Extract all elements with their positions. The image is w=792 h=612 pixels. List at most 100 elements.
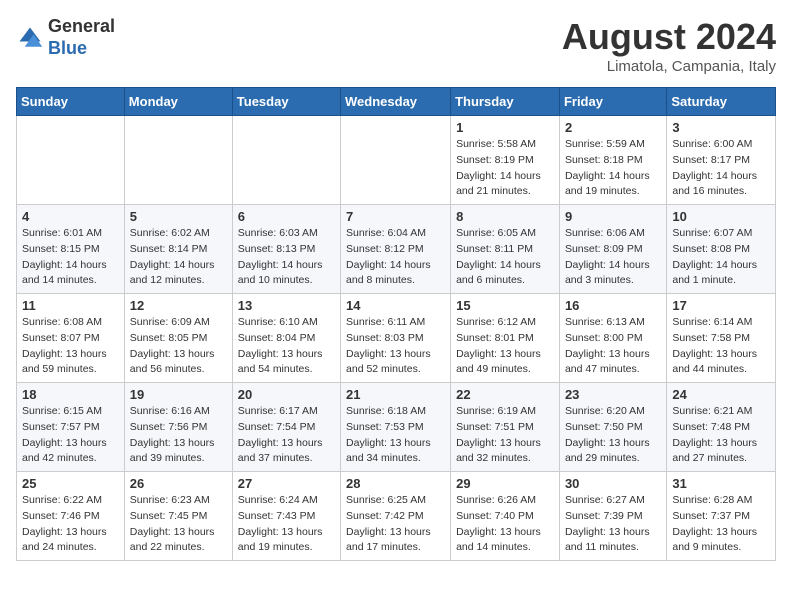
calendar-cell: 5Sunrise: 6:02 AM Sunset: 8:14 PM Daylig… [124, 205, 232, 294]
calendar-cell: 3 Sunrise: 6:00 AM Sunset: 8:17 PM Daylig… [667, 116, 776, 205]
day-number: 24 [672, 387, 770, 402]
day-number: 10 [672, 209, 770, 224]
day-info: Sunrise: 6:13 AM Sunset: 8:00 PM Dayligh… [565, 315, 661, 378]
day-info: Sunrise: 6:28 AM Sunset: 7:37 PM Dayligh… [672, 493, 770, 556]
calendar-cell: 29 Sunrise: 6:26 AM Sunset: 7:40 PM Dayli… [451, 472, 560, 561]
day-info: Sunrise: 6:20 AM Sunset: 7:50 PM Dayligh… [565, 404, 661, 467]
calendar-table: SundayMondayTuesdayWednesdayThursdayFrid… [16, 87, 776, 561]
day-number: 12 [130, 298, 227, 313]
day-info: Sunrise: 6:17 AM Sunset: 7:54 PM Dayligh… [238, 404, 335, 467]
location-text: Limatola, Campania, Italy [562, 58, 776, 75]
calendar-cell: 17 Sunrise: 6:14 AM Sunset: 7:58 PM Dayli… [667, 294, 776, 383]
calendar-cell: 30 Sunrise: 6:27 AM Sunset: 7:39 PM Dayli… [559, 472, 666, 561]
calendar-cell: 24 Sunrise: 6:21 AM Sunset: 7:48 PM Dayli… [667, 383, 776, 472]
calendar-cell: 26 Sunrise: 6:23 AM Sunset: 7:45 PM Dayli… [124, 472, 232, 561]
logo-icon [16, 24, 44, 52]
day-info: Sunrise: 6:15 AM Sunset: 7:57 PM Dayligh… [22, 404, 119, 467]
day-info: Sunrise: 6:25 AM Sunset: 7:42 PM Dayligh… [346, 493, 445, 556]
day-number: 19 [130, 387, 227, 402]
header-day-thursday: Thursday [451, 88, 560, 116]
day-number: 13 [238, 298, 335, 313]
calendar-header: SundayMondayTuesdayWednesdayThursdayFrid… [17, 88, 776, 116]
calendar-cell [232, 116, 340, 205]
calendar-cell: 9 Sunrise: 6:06 AM Sunset: 8:09 PM Daylig… [559, 205, 666, 294]
calendar-cell: 22 Sunrise: 6:19 AM Sunset: 7:51 PM Dayli… [451, 383, 560, 472]
calendar-cell: 2 Sunrise: 5:59 AM Sunset: 8:18 PM Daylig… [559, 116, 666, 205]
week-row-3: 11 Sunrise: 6:08 AM Sunset: 8:07 PM Dayli… [17, 294, 776, 383]
day-info: Sunrise: 5:59 AM Sunset: 8:18 PM Dayligh… [565, 137, 661, 200]
day-number: 26 [130, 476, 227, 491]
day-number: 29 [456, 476, 554, 491]
header-day-tuesday: Tuesday [232, 88, 340, 116]
calendar-cell: 27 Sunrise: 6:24 AM Sunset: 7:43 PM Dayli… [232, 472, 340, 561]
day-info: Sunrise: 6:06 AM Sunset: 8:09 PM Dayligh… [565, 226, 661, 289]
day-number: 11 [22, 298, 119, 313]
logo-blue-text: Blue [48, 38, 87, 58]
day-number: 16 [565, 298, 661, 313]
header-day-monday: Monday [124, 88, 232, 116]
calendar-cell: 15Sunrise: 6:12 AM Sunset: 8:01 PM Dayli… [451, 294, 560, 383]
day-number: 2 [565, 120, 661, 135]
week-row-1: 1Sunrise: 5:58 AM Sunset: 8:19 PM Daylig… [17, 116, 776, 205]
week-row-2: 4Sunrise: 6:01 AM Sunset: 8:15 PM Daylig… [17, 205, 776, 294]
calendar-cell: 6 Sunrise: 6:03 AM Sunset: 8:13 PM Daylig… [232, 205, 340, 294]
week-row-5: 25 Sunrise: 6:22 AM Sunset: 7:46 PM Dayli… [17, 472, 776, 561]
calendar-cell: 23 Sunrise: 6:20 AM Sunset: 7:50 PM Dayli… [559, 383, 666, 472]
calendar-cell: 13Sunrise: 6:10 AM Sunset: 8:04 PM Dayli… [232, 294, 340, 383]
calendar-cell [124, 116, 232, 205]
page-header: General Blue August 2024 Limatola, Campa… [16, 16, 776, 75]
day-number: 7 [346, 209, 445, 224]
day-number: 25 [22, 476, 119, 491]
day-number: 3 [672, 120, 770, 135]
logo: General Blue [16, 16, 115, 59]
day-info: Sunrise: 6:19 AM Sunset: 7:51 PM Dayligh… [456, 404, 554, 467]
calendar-cell [341, 116, 451, 205]
calendar-cell: 25 Sunrise: 6:22 AM Sunset: 7:46 PM Dayli… [17, 472, 125, 561]
calendar-cell: 1Sunrise: 5:58 AM Sunset: 8:19 PM Daylig… [451, 116, 560, 205]
day-info: Sunrise: 6:24 AM Sunset: 7:43 PM Dayligh… [238, 493, 335, 556]
day-info: Sunrise: 6:01 AM Sunset: 8:15 PM Dayligh… [22, 226, 119, 289]
calendar-cell: 14Sunrise: 6:11 AM Sunset: 8:03 PM Dayli… [341, 294, 451, 383]
day-number: 17 [672, 298, 770, 313]
day-info: Sunrise: 6:04 AM Sunset: 8:12 PM Dayligh… [346, 226, 445, 289]
day-number: 21 [346, 387, 445, 402]
calendar-cell: 10 Sunrise: 6:07 AM Sunset: 8:08 PM Dayli… [667, 205, 776, 294]
calendar-cell: 16 Sunrise: 6:13 AM Sunset: 8:00 PM Dayli… [559, 294, 666, 383]
day-number: 6 [238, 209, 335, 224]
day-info: Sunrise: 6:16 AM Sunset: 7:56 PM Dayligh… [130, 404, 227, 467]
day-number: 31 [672, 476, 770, 491]
day-info: Sunrise: 6:00 AM Sunset: 8:17 PM Dayligh… [672, 137, 770, 200]
day-info: Sunrise: 6:14 AM Sunset: 7:58 PM Dayligh… [672, 315, 770, 378]
month-title: August 2024 [562, 16, 776, 58]
day-number: 30 [565, 476, 661, 491]
header-day-saturday: Saturday [667, 88, 776, 116]
calendar-cell: 18 Sunrise: 6:15 AM Sunset: 7:57 PM Dayli… [17, 383, 125, 472]
day-info: Sunrise: 6:05 AM Sunset: 8:11 PM Dayligh… [456, 226, 554, 289]
day-info: Sunrise: 6:27 AM Sunset: 7:39 PM Dayligh… [565, 493, 661, 556]
day-info: Sunrise: 6:09 AM Sunset: 8:05 PM Dayligh… [130, 315, 227, 378]
header-day-wednesday: Wednesday [341, 88, 451, 116]
day-info: Sunrise: 6:11 AM Sunset: 8:03 PM Dayligh… [346, 315, 445, 378]
day-info: Sunrise: 6:23 AM Sunset: 7:45 PM Dayligh… [130, 493, 227, 556]
calendar-cell: 11 Sunrise: 6:08 AM Sunset: 8:07 PM Dayli… [17, 294, 125, 383]
calendar-cell: 8 Sunrise: 6:05 AM Sunset: 8:11 PM Daylig… [451, 205, 560, 294]
day-info: Sunrise: 6:08 AM Sunset: 8:07 PM Dayligh… [22, 315, 119, 378]
header-row: SundayMondayTuesdayWednesdayThursdayFrid… [17, 88, 776, 116]
day-number: 23 [565, 387, 661, 402]
day-number: 20 [238, 387, 335, 402]
day-info: Sunrise: 6:03 AM Sunset: 8:13 PM Dayligh… [238, 226, 335, 289]
day-info: Sunrise: 6:07 AM Sunset: 8:08 PM Dayligh… [672, 226, 770, 289]
day-number: 18 [22, 387, 119, 402]
day-info: Sunrise: 6:21 AM Sunset: 7:48 PM Dayligh… [672, 404, 770, 467]
day-info: Sunrise: 6:22 AM Sunset: 7:46 PM Dayligh… [22, 493, 119, 556]
calendar-cell: 21 Sunrise: 6:18 AM Sunset: 7:53 PM Dayli… [341, 383, 451, 472]
day-info: Sunrise: 6:18 AM Sunset: 7:53 PM Dayligh… [346, 404, 445, 467]
day-number: 8 [456, 209, 554, 224]
day-number: 9 [565, 209, 661, 224]
calendar-cell: 20 Sunrise: 6:17 AM Sunset: 7:54 PM Dayli… [232, 383, 340, 472]
week-row-4: 18 Sunrise: 6:15 AM Sunset: 7:57 PM Dayli… [17, 383, 776, 472]
calendar-cell: 28Sunrise: 6:25 AM Sunset: 7:42 PM Dayli… [341, 472, 451, 561]
day-info: Sunrise: 6:26 AM Sunset: 7:40 PM Dayligh… [456, 493, 554, 556]
day-number: 27 [238, 476, 335, 491]
day-number: 22 [456, 387, 554, 402]
